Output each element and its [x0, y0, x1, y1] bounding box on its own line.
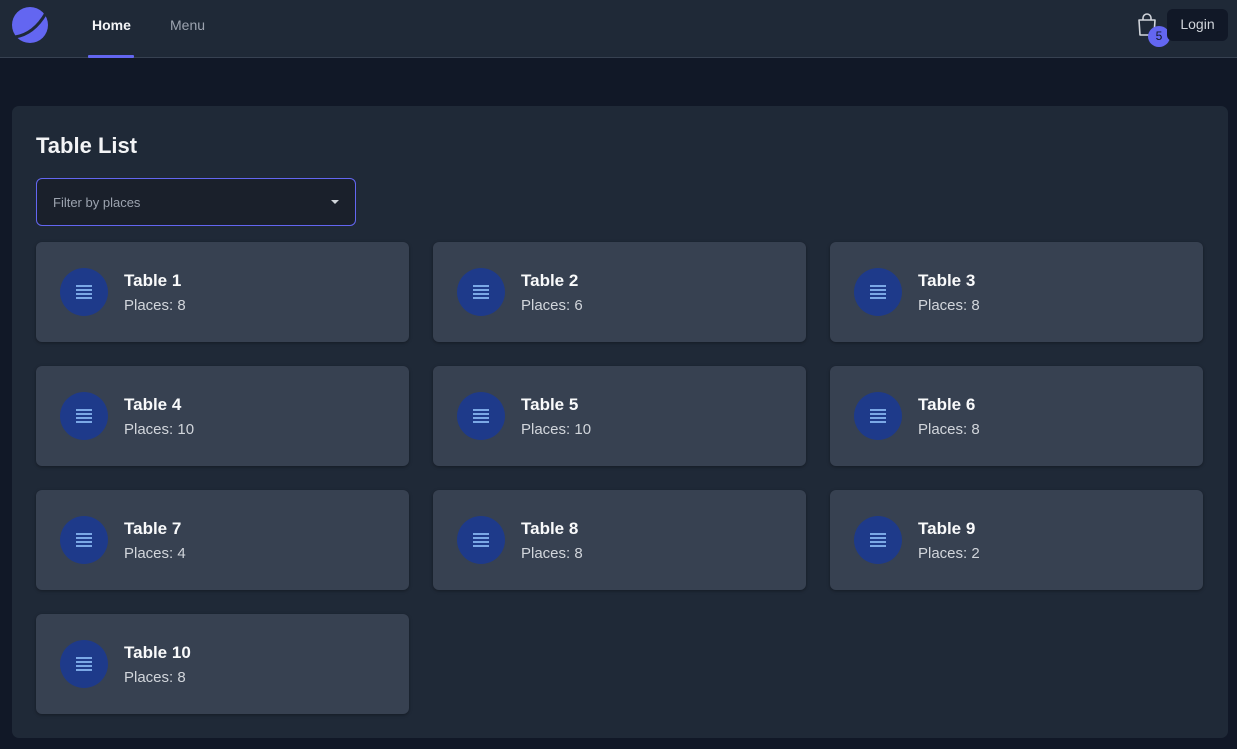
list-icon — [854, 516, 902, 564]
active-tab-indicator — [88, 55, 134, 58]
top-navbar: Home Menu 5 Login — [0, 0, 1237, 58]
table-card[interactable]: Table 1 Places: 8 — [36, 242, 409, 342]
table-card[interactable]: Table 7 Places: 4 — [36, 490, 409, 590]
table-places: Places: 10 — [124, 421, 195, 438]
table-name: Table 10 — [124, 643, 191, 662]
table-card[interactable]: Table 9 Places: 2 — [830, 490, 1203, 590]
list-icon — [854, 392, 902, 440]
table-places: Places: 4 — [124, 545, 186, 562]
table-card[interactable]: Table 6 Places: 8 — [830, 366, 1203, 466]
table-places: Places: 2 — [918, 545, 980, 562]
table-card[interactable]: Table 10 Places: 8 — [36, 614, 409, 714]
table-places: Places: 8 — [918, 421, 980, 438]
table-places: Places: 8 — [124, 297, 186, 314]
list-icon — [60, 392, 108, 440]
table-name: Table 3 — [918, 271, 976, 290]
nav-link-home[interactable]: Home — [92, 0, 131, 58]
list-icon — [457, 516, 505, 564]
table-name: Table 2 — [521, 271, 579, 290]
table-card[interactable]: Table 4 Places: 10 — [36, 366, 409, 466]
list-icon — [854, 268, 902, 316]
table-name: Table 7 — [124, 519, 182, 538]
table-name: Table 5 — [521, 395, 579, 414]
nav-link-menu[interactable]: Menu — [170, 0, 205, 58]
login-button[interactable]: Login — [1167, 9, 1228, 41]
chevron-down-icon — [331, 200, 339, 204]
table-places: Places: 10 — [521, 421, 592, 438]
table-card[interactable]: Table 5 Places: 10 — [433, 366, 806, 466]
table-places: Places: 8 — [918, 297, 980, 314]
page-title: Table List — [36, 133, 138, 158]
filter-places-select[interactable]: Filter by places — [36, 178, 356, 226]
table-card[interactable]: Table 8 Places: 8 — [433, 490, 806, 590]
list-icon — [60, 640, 108, 688]
list-icon — [457, 268, 505, 316]
logo-icon[interactable] — [12, 7, 48, 43]
table-card[interactable]: Table 2 Places: 6 — [433, 242, 806, 342]
table-grid: Table 1 Places: 8 Table 2 Places: 6 Tabl… — [36, 242, 1204, 714]
list-icon — [60, 516, 108, 564]
list-icon — [60, 268, 108, 316]
table-name: Table 6 — [918, 395, 976, 414]
table-list-panel: Table List Filter by places Table 1 Plac… — [12, 106, 1228, 738]
table-name: Table 8 — [521, 519, 579, 538]
table-card[interactable]: Table 3 Places: 8 — [830, 242, 1203, 342]
table-places: Places: 8 — [521, 545, 583, 562]
list-icon — [457, 392, 505, 440]
table-name: Table 9 — [918, 519, 976, 538]
filter-placeholder: Filter by places — [53, 195, 141, 210]
table-name: Table 1 — [124, 271, 182, 290]
table-places: Places: 8 — [124, 669, 186, 686]
table-name: Table 4 — [124, 395, 182, 414]
table-places: Places: 6 — [521, 297, 583, 314]
